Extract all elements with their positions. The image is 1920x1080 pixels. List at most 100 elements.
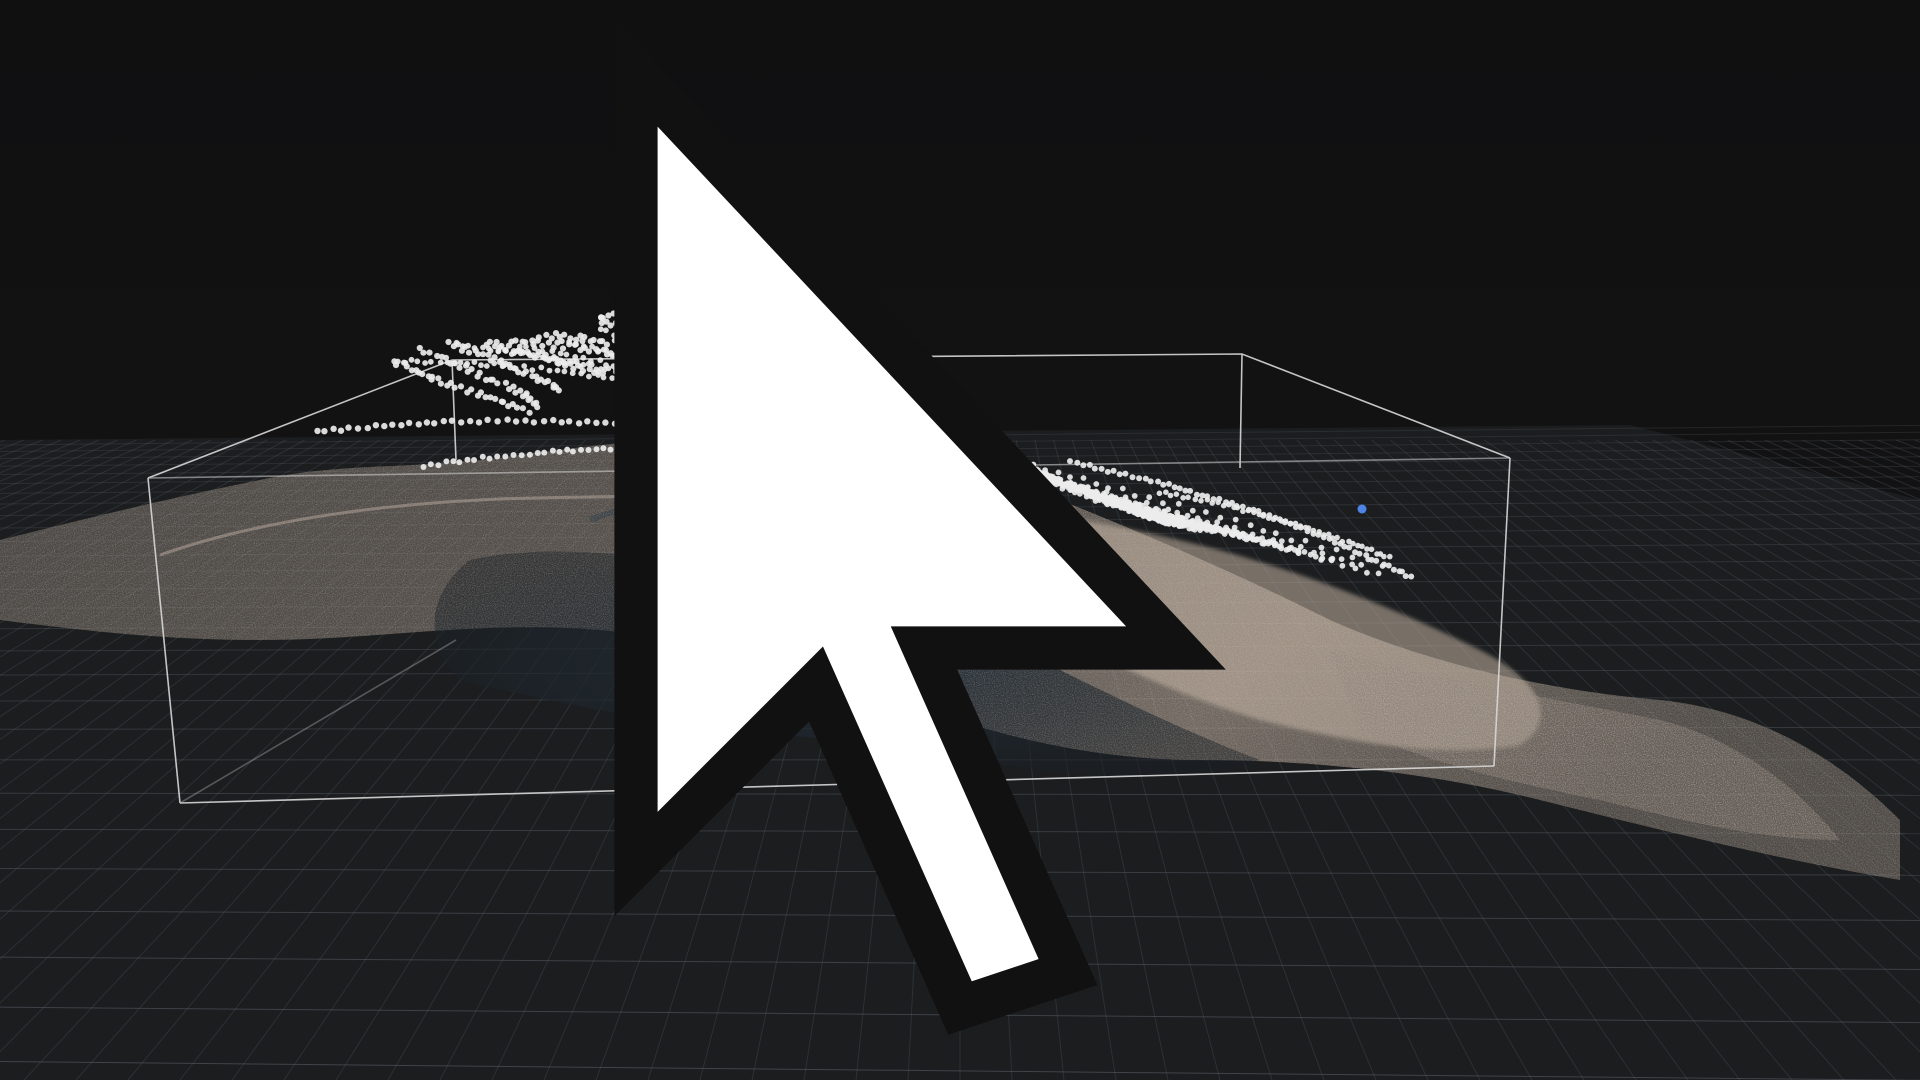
trajectory-point	[688, 378, 695, 384]
trajectory-point	[783, 346, 791, 353]
trajectory-point	[693, 345, 699, 352]
trajectory-point	[1282, 518, 1289, 524]
trajectory-point	[1203, 509, 1209, 515]
trajectory-point	[847, 378, 854, 385]
trajectory-point	[1278, 538, 1285, 544]
trajectory-point	[853, 411, 860, 418]
trajectory-point	[839, 413, 845, 420]
trajectory-point	[442, 354, 450, 361]
trajectory-point	[445, 338, 452, 346]
trajectory-point	[736, 368, 743, 375]
trajectory-point	[836, 450, 843, 457]
trajectory-point	[684, 371, 691, 378]
trajectory-point	[842, 466, 849, 472]
trajectory-point	[721, 381, 728, 388]
trajectory-point	[800, 391, 806, 398]
trajectory-point	[869, 407, 876, 414]
trajectory-point	[602, 419, 609, 426]
trajectory-point	[555, 387, 562, 394]
trajectory-point	[630, 355, 637, 362]
trajectory-point	[784, 380, 791, 387]
trajectory-point	[1260, 511, 1267, 518]
trajectory-point	[806, 366, 812, 372]
trajectory-point	[486, 338, 493, 345]
trajectory-point	[468, 366, 475, 373]
trajectory-point	[510, 452, 517, 458]
trajectory-point	[648, 314, 655, 321]
trajectory-point	[649, 359, 656, 366]
trajectory-point	[504, 416, 511, 423]
red-marker[interactable]	[854, 653, 864, 663]
trajectory-point	[768, 359, 774, 366]
trajectory-point	[762, 398, 768, 405]
trajectory-point	[650, 370, 657, 377]
trajectory-point	[1310, 527, 1317, 534]
trajectory-point	[1385, 562, 1392, 569]
trajectory-point	[1080, 475, 1087, 481]
trajectory-point	[627, 376, 633, 383]
blue-marker[interactable]	[1357, 504, 1367, 514]
trajectory-point	[785, 440, 792, 447]
trajectory-point	[863, 396, 870, 403]
trajectory-point	[830, 413, 837, 420]
trajectory-point	[1074, 459, 1081, 466]
trajectory-point	[454, 341, 462, 348]
trajectory-point	[654, 330, 662, 337]
trajectory-point	[831, 365, 838, 372]
trajectory-point	[603, 341, 611, 348]
3d-viewport[interactable]	[0, 0, 1920, 1080]
trajectory-point	[695, 379, 702, 386]
trajectory-point	[806, 407, 812, 414]
trajectory-point	[1147, 478, 1154, 485]
trajectory-point	[512, 337, 519, 344]
trajectory-point	[863, 457, 871, 464]
trajectory-point	[1204, 496, 1211, 503]
trajectory-point	[521, 363, 528, 369]
green-marker[interactable]	[667, 418, 677, 428]
trajectory-point	[567, 335, 574, 342]
scene-canvas[interactable]	[0, 0, 1920, 1080]
green-marker[interactable]	[852, 630, 862, 640]
trajectory-point	[863, 407, 870, 414]
trajectory-point	[768, 436, 775, 443]
trajectory-point	[1156, 517, 1163, 523]
red-marker[interactable]	[849, 369, 859, 379]
trajectory-point	[644, 378, 650, 385]
trajectory-point	[1226, 501, 1232, 508]
trajectory-point	[846, 419, 852, 426]
trajectory-point	[708, 375, 714, 382]
trajectory-point	[820, 377, 827, 383]
trajectory-point	[626, 366, 632, 372]
trajectory-point	[726, 334, 733, 341]
trajectory-point	[929, 435, 936, 442]
trajectory-point	[741, 350, 748, 357]
trajectory-point	[527, 395, 534, 402]
trajectory-point	[483, 363, 490, 369]
trajectory-point	[659, 375, 666, 381]
trajectory-point	[1387, 553, 1393, 560]
trajectory-point	[479, 453, 486, 460]
trajectory-point	[345, 424, 352, 431]
trajectory-point	[1232, 516, 1239, 523]
trajectory-point	[1390, 566, 1397, 573]
trajectory-point	[837, 395, 843, 401]
trajectory-point	[1276, 543, 1283, 550]
trajectory-point	[725, 429, 733, 436]
trajectory-point	[1375, 570, 1382, 577]
trajectory-point	[937, 428, 944, 435]
trajectory-point	[810, 370, 817, 376]
trajectory-point	[580, 354, 587, 361]
trajectory-point	[670, 374, 677, 381]
trajectory-point	[746, 364, 753, 371]
trajectory-point	[880, 429, 886, 436]
trajectory-point	[587, 358, 594, 365]
trajectory-point	[829, 447, 837, 454]
trajectory-point	[1197, 524, 1204, 531]
trajectory-point	[695, 386, 702, 393]
trajectory-point	[597, 326, 604, 333]
trajectory-point	[639, 422, 647, 429]
trajectory-point	[887, 427, 894, 434]
trajectory-point	[1381, 553, 1387, 560]
trajectory-point	[888, 414, 895, 421]
trajectory-point	[820, 359, 827, 365]
